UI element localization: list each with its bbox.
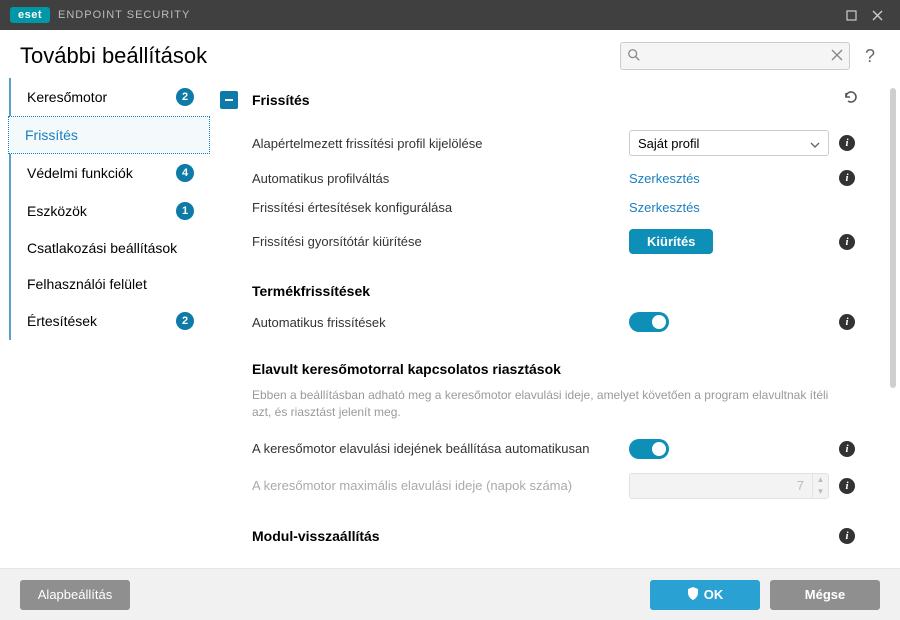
window-close-icon[interactable]: [864, 2, 890, 28]
content-wrap: Frissítés Alapértelmezett frissítési pro…: [210, 78, 900, 568]
subsection-label: Termékfrissítések: [252, 283, 370, 299]
sidebar-item-vedelmi[interactable]: Védelmi funkciók 4: [8, 154, 210, 192]
subsection-label: Modul-visszaállítás: [252, 528, 380, 544]
sidebar: Keresőmotor 2 Frissítés Védelmi funkciók…: [0, 78, 210, 568]
info-icon[interactable]: i: [839, 135, 855, 151]
row-cache-clear: Frissítési gyorsítótár kiürítése Kiüríté…: [220, 222, 860, 261]
info-icon[interactable]: i: [839, 234, 855, 250]
row-label: Automatikus profilváltás: [252, 171, 629, 186]
spinner: ▲ ▼: [812, 474, 828, 498]
page-title: További beállítások: [20, 43, 620, 69]
sidebar-item-label: Keresőmotor: [27, 89, 170, 105]
info-icon[interactable]: i: [839, 314, 855, 330]
subsection-rollback: Modul-visszaállítás i: [220, 506, 860, 550]
sidebar-item-frissites[interactable]: Frissítés: [8, 116, 210, 154]
profile-select[interactable]: Saját profil: [629, 130, 829, 156]
help-button[interactable]: ?: [860, 46, 880, 67]
search-box[interactable]: [620, 42, 850, 70]
row-auto-profile: Automatikus profilváltás Szerkesztés i: [220, 163, 860, 193]
row-label: Automatikus frissítések: [252, 315, 629, 330]
row-label: Alapértelmezett frissítési profil kijelö…: [252, 136, 629, 151]
default-settings-button[interactable]: Alapbeállítás: [20, 580, 130, 610]
sidebar-badge: 1: [176, 202, 194, 220]
edit-link[interactable]: Szerkesztés: [629, 171, 700, 186]
row-label: Frissítési gyorsítótár kiürítése: [252, 234, 629, 249]
sidebar-item-label: Csatlakozási beállítások: [27, 240, 194, 256]
sidebar-item-label: Értesítések: [27, 313, 170, 329]
clear-cache-button[interactable]: Kiürítés: [629, 229, 713, 254]
row-label: Frissítési értesítések konfigurálása: [252, 200, 629, 215]
sidebar-item-eszkozok[interactable]: Eszközök 1: [8, 192, 210, 230]
cancel-button[interactable]: Mégse: [770, 580, 880, 610]
subsection-outdated-engine: Elavult keresőmotorral kapcsolatos riasz…: [220, 339, 860, 383]
section-title: Frissítés: [252, 92, 842, 108]
main: Keresőmotor 2 Frissítés Védelmi funkciók…: [0, 78, 900, 568]
ok-label: OK: [704, 587, 724, 602]
auto-updates-toggle[interactable]: [629, 312, 669, 332]
sidebar-item-ertesitesek[interactable]: Értesítések 2: [8, 302, 210, 340]
content: Frissítés Alapértelmezett frissítési pro…: [210, 78, 888, 568]
subsection-label: Elavult keresőmotorral kapcsolatos riasz…: [252, 361, 561, 377]
search-icon: [627, 48, 641, 67]
spin-down-icon[interactable]: ▼: [813, 486, 828, 498]
outdated-description: Ebben a beállításban adható meg a kereső…: [220, 383, 860, 432]
clear-icon[interactable]: [831, 48, 843, 66]
ok-button[interactable]: OK: [650, 580, 760, 610]
chevron-down-icon: [810, 136, 820, 151]
row-max-age: A keresőmotor maximális elavulási ideje …: [220, 466, 860, 506]
info-icon[interactable]: i: [839, 528, 855, 544]
footer: Alapbeállítás OK Mégse: [0, 568, 900, 620]
collapse-icon[interactable]: [220, 91, 238, 109]
max-age-value: 7: [630, 478, 812, 493]
product-name: ENDPOINT SECURITY: [58, 9, 190, 21]
row-auto-age: A keresőmotor elavulási idejének beállít…: [220, 432, 860, 466]
info-icon[interactable]: i: [839, 170, 855, 186]
header: További beállítások ?: [0, 30, 900, 78]
brand-logo: eset: [10, 7, 50, 23]
search-input[interactable]: [620, 42, 850, 70]
sidebar-item-label: Felhasználói felület: [27, 276, 194, 292]
row-label: A keresőmotor elavulási idejének beállít…: [252, 441, 629, 456]
sidebar-badge: 2: [176, 88, 194, 106]
undo-icon[interactable]: [842, 88, 860, 111]
subsection-product-updates: Termékfrissítések: [220, 261, 860, 305]
select-value: Saját profil: [638, 136, 699, 151]
sidebar-item-felhasznaloi[interactable]: Felhasználói felület: [8, 266, 210, 302]
titlebar: eset ENDPOINT SECURITY: [0, 0, 900, 30]
edit-link[interactable]: Szerkesztés: [629, 200, 700, 215]
sidebar-item-keresomotor[interactable]: Keresőmotor 2: [8, 78, 210, 116]
row-label: A keresőmotor maximális elavulási ideje …: [252, 478, 629, 493]
shield-icon: [687, 587, 699, 603]
window-maximize-icon[interactable]: [838, 2, 864, 28]
info-icon[interactable]: i: [839, 478, 855, 494]
max-age-input: 7 ▲ ▼: [629, 473, 829, 499]
section-head-update: Frissítés: [220, 88, 860, 111]
row-default-profile: Alapértelmezett frissítési profil kijelö…: [220, 123, 860, 163]
sidebar-item-label: Eszközök: [27, 203, 170, 219]
sidebar-item-label: Védelmi funkciók: [27, 165, 170, 181]
sidebar-item-csatlakozasi[interactable]: Csatlakozási beállítások: [8, 230, 210, 266]
sidebar-badge: 2: [176, 312, 194, 330]
spin-up-icon[interactable]: ▲: [813, 474, 828, 486]
scrollbar[interactable]: [890, 88, 896, 388]
auto-age-toggle[interactable]: [629, 439, 669, 459]
row-auto-updates: Automatikus frissítések i: [220, 305, 860, 339]
info-icon[interactable]: i: [839, 441, 855, 457]
row-notif-config: Frissítési értesítések konfigurálása Sze…: [220, 193, 860, 222]
sidebar-item-label: Frissítés: [25, 127, 193, 143]
sidebar-badge: 4: [176, 164, 194, 182]
